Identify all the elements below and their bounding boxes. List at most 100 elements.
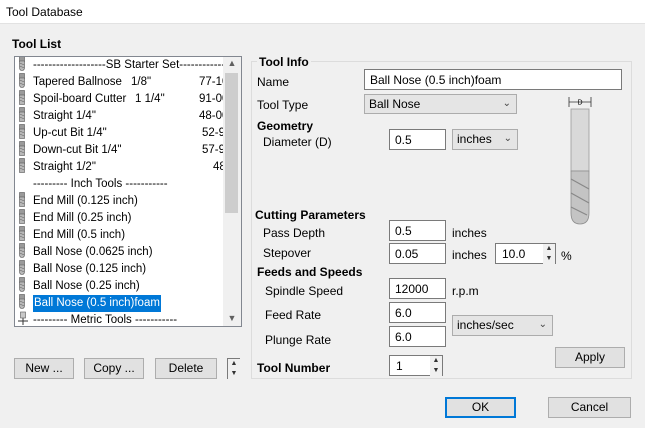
tool-info-heading: Tool Info bbox=[257, 55, 311, 69]
reorder-stepper[interactable]: ▲ ▼ bbox=[227, 358, 240, 379]
diameter-input[interactable]: 0.5 bbox=[389, 129, 446, 150]
tool-name-input[interactable]: Ball Nose (0.5 inch)foam bbox=[364, 69, 622, 90]
tool-list-item[interactable]: Ball Nose (0.125 inch) bbox=[17, 260, 147, 278]
ballnose-bit-icon bbox=[17, 260, 29, 276]
stepover-unit: inches bbox=[452, 248, 487, 262]
tool-list-item[interactable]: Down-cut Bit 1/4" 57-9 bbox=[17, 141, 225, 159]
delete-tool-button[interactable]: Delete bbox=[155, 358, 217, 379]
tool-diameter: 1/8" bbox=[131, 76, 152, 88]
tool-list-item[interactable]: --------- Inch Tools ----------- bbox=[17, 176, 168, 193]
tool-list-item[interactable]: End Mill (0.25 inch) bbox=[17, 209, 131, 227]
pass-depth-unit: inches bbox=[452, 226, 487, 240]
decrement-icon[interactable]: ▼ bbox=[543, 254, 555, 264]
scroll-up-icon[interactable]: ▲ bbox=[223, 58, 241, 68]
rate-units-select[interactable]: inches/sec ⌄ bbox=[452, 315, 553, 336]
percent-symbol: % bbox=[561, 249, 572, 263]
rate-units-value: inches/sec bbox=[457, 318, 514, 332]
blank-icon bbox=[17, 175, 29, 190]
feed-rate-input[interactable]: 6.0 bbox=[389, 302, 446, 323]
tool-name: --------- Metric Tools ----------- bbox=[33, 314, 178, 326]
tool-name: Ball Nose (0.125 inch) bbox=[33, 263, 147, 275]
tool-list-item[interactable]: Tapered Ballnose 1/8" 77-10 bbox=[17, 73, 228, 91]
endmill-bit-icon bbox=[17, 107, 29, 123]
decrement-icon[interactable]: ▼ bbox=[430, 366, 442, 376]
tool-list-item[interactable]: -------------------SB Starter Set-------… bbox=[17, 57, 225, 74]
geometry-units-select[interactable]: inches ⌄ bbox=[452, 129, 518, 150]
tool-name: Up-cut Bit 1/4" bbox=[33, 127, 107, 139]
move-down-icon[interactable]: ▼ bbox=[228, 369, 240, 379]
tool-list-item[interactable]: End Mill (0.125 inch) bbox=[17, 192, 138, 210]
tool-number-stepper[interactable]: 1 ▲ ▼ bbox=[389, 355, 443, 376]
plunge-rate-input[interactable]: 6.0 bbox=[389, 326, 446, 347]
tool-list-item[interactable]: Straight 1/2" 48 bbox=[17, 158, 226, 176]
geometry-heading: Geometry bbox=[257, 119, 314, 133]
tool-list-item[interactable]: --------- Metric Tools ----------- bbox=[17, 312, 178, 326]
tool-type-label: Tool Type bbox=[257, 98, 309, 112]
feeds-speeds-heading: Feeds and Speeds bbox=[257, 265, 363, 279]
ballnose-bit-icon bbox=[17, 277, 29, 293]
diagram-d-label: D bbox=[577, 100, 582, 107]
tool-list-item[interactable]: Ball Nose (0.5 inch)foam bbox=[17, 294, 161, 312]
cutting-parameters-heading: Cutting Parameters bbox=[255, 208, 366, 222]
endmill-bit-icon bbox=[17, 124, 29, 140]
pass-depth-label: Pass Depth bbox=[263, 226, 326, 240]
tool-list-item[interactable]: Straight 1/4" 48-00 bbox=[17, 107, 228, 125]
endmill-bit-icon bbox=[17, 90, 29, 106]
endmill-bit-icon bbox=[17, 192, 29, 208]
tool-list-scrollbar[interactable]: ▲ ▼ bbox=[223, 57, 241, 326]
scroll-down-icon[interactable]: ▼ bbox=[223, 313, 241, 323]
name-label: Name bbox=[257, 75, 290, 89]
spindle-speed-input[interactable]: 12000 bbox=[389, 278, 446, 299]
tool-name: Spoil-board Cutter bbox=[33, 93, 127, 105]
plunge-rate-label: Plunge Rate bbox=[265, 333, 332, 347]
ballnose-bit-icon bbox=[17, 73, 29, 89]
ballnose-bit-icon bbox=[17, 57, 29, 72]
apply-button[interactable]: Apply bbox=[555, 347, 625, 368]
tool-name: Ball Nose (0.25 inch) bbox=[33, 280, 140, 292]
spindle-speed-unit: r.p.m bbox=[452, 284, 479, 298]
tool-part-number: 52-9 bbox=[202, 127, 226, 139]
tool-diameter: 1 1/4" bbox=[135, 93, 165, 105]
stepover-input[interactable]: 0.05 bbox=[389, 243, 446, 264]
chevron-down-icon: ⌄ bbox=[538, 319, 547, 330]
ballnose-bit-icon bbox=[17, 243, 29, 259]
tool-list-item[interactable]: Up-cut Bit 1/4" 52-9 bbox=[17, 124, 225, 142]
geometry-units-value: inches bbox=[457, 132, 492, 146]
endmill-bit-icon bbox=[17, 209, 29, 225]
tool-list-item[interactable]: Spoil-board Cutter 1 1/4" 91-00 bbox=[17, 90, 228, 108]
tool-name: End Mill (0.125 inch) bbox=[33, 195, 138, 207]
ballnose-bit-icon bbox=[17, 294, 29, 310]
ballnose-diagram: D bbox=[568, 97, 592, 225]
spindle-speed-label: Spindle Speed bbox=[265, 284, 344, 298]
move-up-icon[interactable]: ▲ bbox=[228, 359, 240, 369]
endmill-bit-icon bbox=[17, 141, 29, 157]
feed-rate-label: Feed Rate bbox=[265, 308, 322, 322]
new-tool-button[interactable]: New ... bbox=[14, 358, 74, 379]
ok-button[interactable]: OK bbox=[445, 397, 516, 418]
tool-type-value: Ball Nose bbox=[369, 97, 421, 111]
increment-icon[interactable]: ▲ bbox=[430, 356, 442, 366]
tool-list-item[interactable]: End Mill (0.5 inch) bbox=[17, 226, 126, 244]
tool-name: --------- Inch Tools ----------- bbox=[33, 178, 168, 190]
pass-depth-input[interactable]: 0.5 bbox=[389, 220, 446, 241]
tool-list-item[interactable]: Ball Nose (0.25 inch) bbox=[17, 277, 140, 295]
tool-name: Tapered Ballnose bbox=[33, 76, 122, 88]
scrollbar-thumb[interactable] bbox=[225, 73, 238, 213]
increment-icon[interactable]: ▲ bbox=[543, 244, 555, 254]
tool-list-item[interactable]: Ball Nose (0.0625 inch) bbox=[17, 243, 153, 261]
tool-type-select[interactable]: Ball Nose ⌄ bbox=[364, 94, 517, 114]
cancel-button[interactable]: Cancel bbox=[548, 397, 631, 418]
stepover-percent-stepper[interactable]: 10.0 ▲ ▼ bbox=[495, 243, 556, 264]
chevron-down-icon: ⌄ bbox=[502, 98, 511, 109]
tool-name: Ball Nose (0.0625 inch) bbox=[33, 246, 153, 258]
diameter-label: Diameter (D) bbox=[263, 135, 332, 149]
window-title: Tool Database bbox=[6, 5, 83, 19]
tool-name: Straight 1/4" bbox=[33, 110, 96, 122]
tool-list-heading: Tool List bbox=[12, 37, 62, 51]
tool-name: Down-cut Bit 1/4" bbox=[33, 144, 122, 156]
copy-tool-button[interactable]: Copy ... bbox=[84, 358, 144, 379]
tool-name: Ball Nose (0.5 inch)foam bbox=[33, 295, 161, 312]
endmill-bit-icon bbox=[17, 226, 29, 242]
tool-name: End Mill (0.5 inch) bbox=[33, 229, 126, 241]
tool-list[interactable]: -------------------SB Starter Set-------… bbox=[14, 56, 242, 327]
